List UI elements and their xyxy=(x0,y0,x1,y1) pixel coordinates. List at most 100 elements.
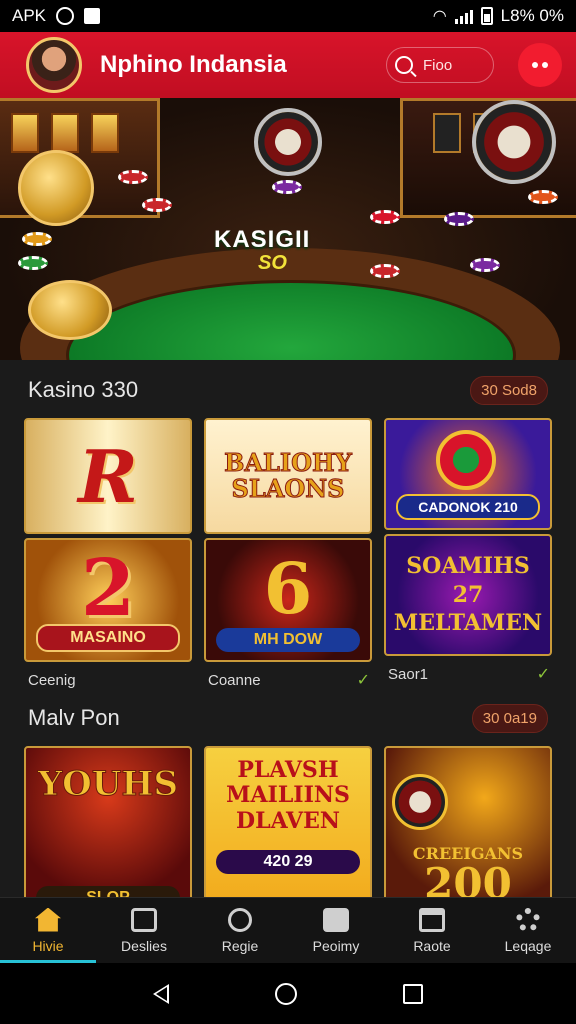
game-tile-title: YOUHS xyxy=(37,764,179,805)
chip-icon xyxy=(444,212,474,226)
notification-icon xyxy=(84,8,101,24)
signal-icon xyxy=(454,8,473,24)
battery-icon xyxy=(480,7,493,25)
chip-icon xyxy=(528,190,558,204)
bottom-nav: Hivie Deslies Regie Peoimy Raote Leqage xyxy=(0,897,576,963)
game-grid-2: YOUHS SLOP PLAVSH MAILIINS DLAVEN 420 29… xyxy=(24,746,552,897)
game-tile-top[interactable]: BALIOHY SLAONS xyxy=(204,418,372,534)
game-card-label: Ceenig xyxy=(28,671,76,689)
chip-icon xyxy=(370,210,400,224)
coin-stack-icon xyxy=(28,280,112,340)
game-grid-1: R 2 MASAINO Ceenig BALIOHY SLAONS 6 MH D… xyxy=(24,418,552,690)
nav-settings[interactable]: Leqage xyxy=(480,898,576,963)
roulette-icon xyxy=(436,430,496,490)
chat-dot-icon xyxy=(532,62,538,68)
game-tile-caption: SLOP xyxy=(36,886,180,897)
app-title: Nphino Indansia xyxy=(100,51,287,78)
hero-banner[interactable]: KASIGII SO xyxy=(0,98,576,360)
game-tile-number: 2 xyxy=(80,542,136,634)
game-card-label: Saor1 xyxy=(388,665,429,683)
search-icon xyxy=(395,56,413,74)
game-tile-bottom[interactable]: 2 MASAINO xyxy=(24,538,192,662)
chip-icon xyxy=(22,232,52,246)
nav-label: Peoimy xyxy=(312,937,360,954)
home-button-icon[interactable] xyxy=(275,982,297,1005)
chip-icon xyxy=(118,170,148,184)
game-tile-top[interactable]: R xyxy=(24,418,192,534)
check-icon: ✓ xyxy=(356,672,370,689)
game-card-label: Coanne xyxy=(208,671,261,689)
game-tile-title: SOAMIHS 27 MELTAMEN xyxy=(393,553,543,637)
game-tile-title: R xyxy=(78,433,138,519)
nav-label: Regie xyxy=(221,937,259,954)
nav-label: Deslies xyxy=(121,937,167,954)
coin-stack-icon xyxy=(18,150,94,226)
slot-reel xyxy=(433,113,461,153)
roulette-wheel-icon xyxy=(254,108,322,176)
system-nav-bar xyxy=(0,963,576,1024)
search-input[interactable]: Fioo xyxy=(386,47,494,83)
nav-label: Leqage xyxy=(504,937,552,954)
game-card[interactable]: CADONOK 210 SOAMIHS 27 MELTAMEN Saor1 ✓ xyxy=(384,418,552,690)
game-card[interactable]: PLAVSH MAILIINS DLAVEN 420 29 xyxy=(204,746,372,897)
game-card[interactable]: YOUHS SLOP xyxy=(24,746,192,897)
game-tile-caption: 420 29 xyxy=(216,850,360,874)
section-header-kasino: Kasino 330 30 Sod8 xyxy=(28,372,548,408)
home-icon xyxy=(35,907,61,932)
game-card-label-row: Saor1 ✓ xyxy=(384,660,552,684)
chip-icon xyxy=(142,198,172,212)
banner-subtitle: SO xyxy=(258,252,287,274)
avatar[interactable] xyxy=(26,37,82,93)
status-left: APK xyxy=(12,6,101,26)
roulette-wheel-icon xyxy=(472,100,556,184)
game-tile-bottom[interactable]: 6 MH DOW xyxy=(204,538,372,662)
search-icon xyxy=(228,907,252,932)
back-icon[interactable] xyxy=(153,983,169,1004)
section-title: Malv Pon xyxy=(28,705,120,730)
app-header: Nphino Indansia Fioo xyxy=(0,32,576,98)
calendar-icon xyxy=(419,907,445,932)
nav-home[interactable]: Hivie xyxy=(0,898,96,963)
game-tile-caption: MASAINO xyxy=(36,624,180,652)
wifi-icon: ◠ xyxy=(432,8,447,25)
chip-icon xyxy=(470,258,500,272)
game-card-label-row: Coanne ✓ xyxy=(204,666,372,690)
slots-icon xyxy=(131,907,157,932)
section-header-malv: Malv Pon 30 0a19 xyxy=(28,700,548,736)
game-tile-caption: MH DOW xyxy=(216,628,360,652)
game-tile-bottom[interactable]: SOAMIHS 27 MELTAMEN xyxy=(384,534,552,656)
gear-icon xyxy=(516,907,540,932)
recents-icon[interactable] xyxy=(403,983,423,1004)
game-tile-title: PLAVSH MAILIINS DLAVEN xyxy=(226,757,350,834)
chip-icon xyxy=(272,180,302,194)
nav-slots[interactable]: Deslies xyxy=(96,898,192,963)
status-right: ◠ L8% 0% xyxy=(433,6,564,26)
slot-reel xyxy=(91,113,119,153)
status-carrier: APK xyxy=(12,6,47,25)
section-badge[interactable]: 30 Sod8 xyxy=(470,375,548,405)
game-card[interactable]: R 2 MASAINO Ceenig xyxy=(24,418,192,690)
game-card[interactable]: CREEIGANS 200 xyxy=(384,746,552,897)
banner-title: KASIGII xyxy=(214,226,311,253)
game-tile-number: 200 xyxy=(424,859,512,897)
slot-reel xyxy=(51,113,79,153)
game-tile-title: BALIOHY SLAONS xyxy=(224,447,353,503)
chat-dot-icon xyxy=(542,62,548,68)
section-badge[interactable]: 30 0a19 xyxy=(471,703,548,733)
app-root: APK ◠ L8% 0% Nphino Indansia Fioo KASIGI… xyxy=(0,0,576,1024)
battery-text: L8% 0% xyxy=(500,6,564,25)
check-icon: ✓ xyxy=(536,666,550,683)
roulette-icon xyxy=(392,774,448,830)
status-bar: APK ◠ L8% 0% xyxy=(0,0,576,32)
game-card[interactable]: BALIOHY SLAONS 6 MH DOW Coanne ✓ xyxy=(204,418,372,690)
game-tile-number: 6 xyxy=(263,546,313,630)
section-title: Kasino 330 xyxy=(28,377,139,402)
chip-icon xyxy=(370,264,400,278)
nav-calendar[interactable]: Raote xyxy=(384,898,480,963)
nav-profile[interactable]: Peoimy xyxy=(288,898,384,963)
chat-button[interactable] xyxy=(518,43,562,87)
game-tile-caption: CREEIGANS xyxy=(412,844,524,863)
game-tile-top[interactable]: CADONOK 210 xyxy=(384,418,552,530)
dnd-icon xyxy=(56,7,75,25)
nav-search[interactable]: Regie xyxy=(192,898,288,963)
